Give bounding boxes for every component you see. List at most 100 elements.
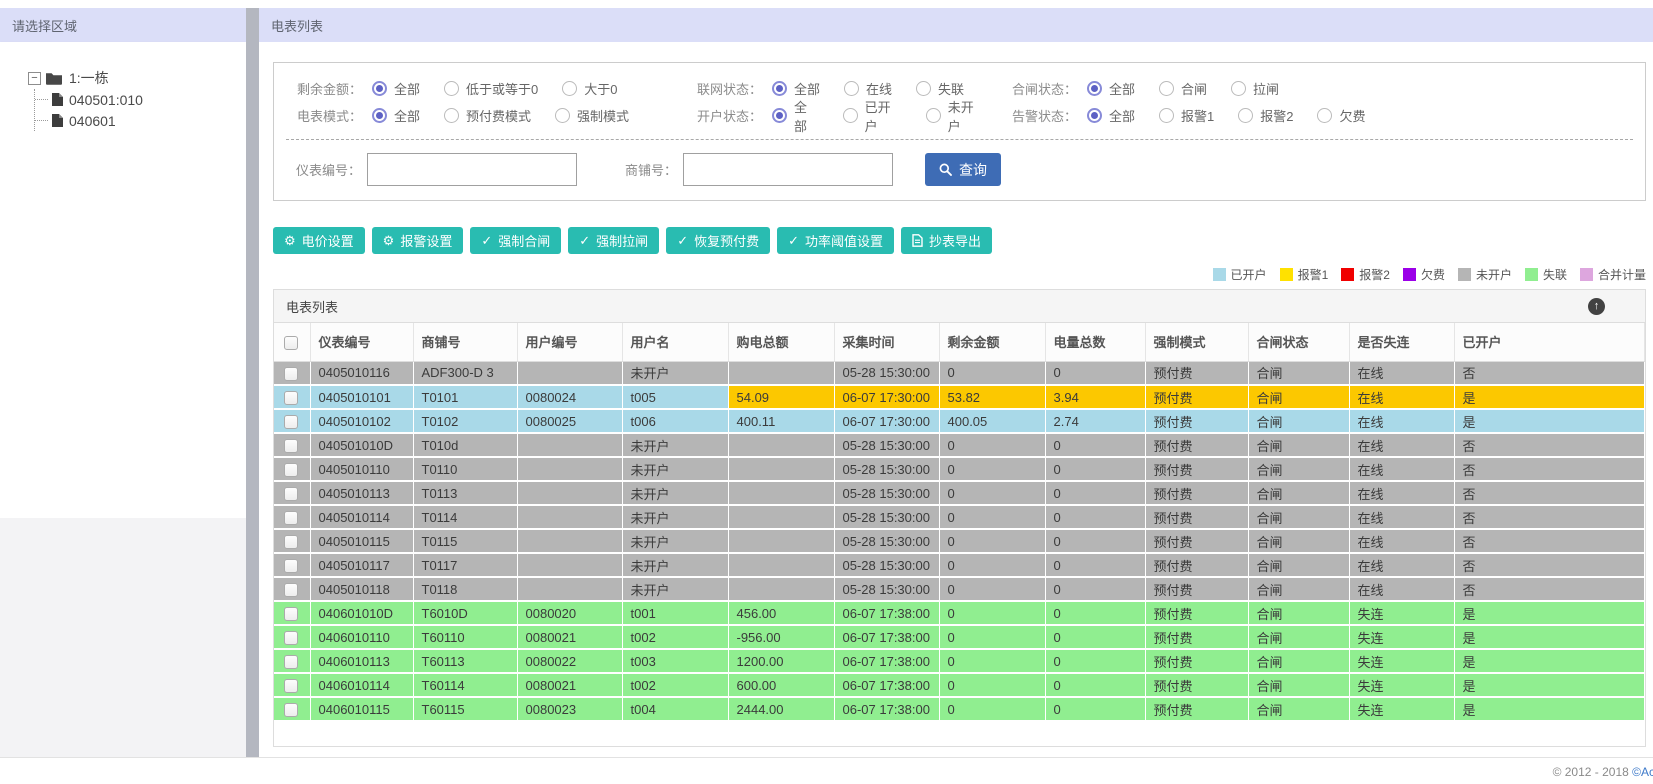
table-row[interactable]: 0405010102 T0102 0080025 t006 400.11 06-07 17… [274,409,1645,434]
radio-option[interactable]: 大于0 [562,79,617,98]
table-cell: 合闸 [1248,457,1350,482]
row-checkbox[interactable] [284,414,299,429]
radio-icon[interactable] [1231,81,1247,96]
radio-icon[interactable] [555,108,571,123]
table-row[interactable]: 040601010D T6010D 0080020 t001 456.00 06-07 1… [274,601,1645,626]
radio-option[interactable]: 已开户 [842,97,902,135]
legend-item: 报警1 [1279,266,1329,283]
radio-selected-icon[interactable] [372,81,387,96]
radio-option[interactable]: 欠费 [1317,106,1366,125]
meter-no-input[interactable] [367,153,578,186]
radio-option[interactable]: 全部 [772,79,820,98]
brand-link[interactable]: ©Acr [1632,765,1653,779]
row-checkbox[interactable] [284,702,299,717]
select-all-checkbox[interactable] [284,335,299,350]
table-row[interactable]: 0405010113 T0113 未开户 05-28 15:30:00 0 0 预付费 合闸在… [274,481,1645,506]
table-cell: 未开户 [622,553,729,578]
radio-selected-icon[interactable] [772,108,787,123]
row-checkbox[interactable] [284,654,299,669]
radio-option[interactable]: 强制模式 [555,106,629,125]
row-checkbox[interactable] [284,534,299,549]
table-row[interactable]: 0405010117 T0117 未开户 05-28 15:30:00 0 0 预付费 合闸在… [274,553,1645,578]
radio-icon[interactable] [844,81,860,96]
shop-no-input[interactable] [683,153,894,186]
radio-icon[interactable] [1159,81,1175,96]
row-checkbox[interactable] [284,486,299,501]
table-cell: 否 [1454,505,1645,530]
row-checkbox[interactable] [284,438,299,453]
tree-node-root[interactable]: − 1:一栋 [28,68,246,88]
tree-node-leaf[interactable]: 040601 [35,110,246,131]
toolbar-button-1[interactable]: ⚙ 报警设置 [371,227,464,254]
radio-option[interactable]: 全部 [772,97,819,135]
radio-selected-icon[interactable] [372,108,387,123]
toolbar-button-6[interactable]: 抄表导出 [901,227,993,254]
search-button[interactable]: 查询 [925,153,1002,186]
table-row[interactable]: 0406010114 T60114 0080021 t002 600.00 06-07 1… [274,673,1645,698]
row-checkbox[interactable] [284,366,299,381]
radio-option[interactable]: 低于或等于0 [444,79,538,98]
table-row[interactable]: 0405010118 T0118 未开户 05-28 15:30:00 0 0 预付费 合闸在… [274,577,1645,602]
radio-icon[interactable] [916,81,932,96]
table-cell: 预付费 [1145,481,1249,506]
radio-option[interactable]: 在线 [844,79,892,98]
tree-node-label[interactable]: 1:一栋 [67,68,109,88]
tree-node-label[interactable]: 040501:010 [67,92,143,108]
table-cell: 0406010115 [310,697,414,722]
row-checkbox[interactable] [284,678,299,693]
row-checkbox[interactable] [284,390,299,405]
table-row[interactable]: 0405010116 ADF300-D 3 未开户 05-28 15:30:00 0 0 预… [274,361,1645,386]
table-cell: 未开户 [622,361,729,386]
radio-option[interactable]: 拉闸 [1231,79,1279,98]
table-row[interactable]: 0406010115 T60115 0080023 t004 2444.00 06-07 … [274,697,1645,722]
tree-node-label[interactable]: 040601 [67,113,116,129]
radio-icon[interactable] [1317,108,1333,123]
radio-option[interactable]: 预付费模式 [444,106,531,125]
table-row[interactable]: 0406010110 T60110 0080021 t002 -956.00 06-07 … [274,625,1645,650]
row-checkbox[interactable] [284,606,299,621]
toolbar-button-0[interactable]: ⚙ 电价设置 [273,227,365,254]
radio-icon[interactable] [1159,108,1175,123]
collapse-up-icon[interactable]: ↑ [1588,297,1605,315]
legend-label: 报警1 [1297,268,1329,282]
radio-icon[interactable] [444,108,460,123]
radio-selected-icon[interactable] [1087,108,1102,123]
radio-selected-icon[interactable] [772,81,787,96]
radio-option[interactable]: 报警1 [1159,106,1214,125]
row-checkbox[interactable] [284,510,299,525]
toolbar-button-2[interactable]: ✓ 强制合闸 [470,227,562,254]
radio-icon[interactable] [1238,108,1254,123]
radio-icon[interactable] [842,108,858,123]
toolbar-button-4[interactable]: ✓ 恢复预付费 [666,227,771,254]
radio-icon[interactable] [562,81,578,96]
table-cell: 合闸 [1248,505,1350,530]
radio-option[interactable]: 全部 [1087,79,1135,98]
collapse-expander-icon[interactable]: − [28,71,41,85]
radio-selected-icon[interactable] [1087,81,1102,96]
table-cell: t004 [622,697,729,722]
radio-icon[interactable] [444,81,460,96]
radio-option[interactable]: 全部 [372,79,420,98]
radio-option[interactable]: 全部 [1087,106,1135,125]
radio-option[interactable]: 未开户 [925,97,985,135]
radio-icon[interactable] [925,108,941,123]
table-row[interactable]: 0406010113 T60113 0080022 t003 1200.00 06-07 … [274,649,1645,674]
table-row[interactable]: 0405010101 T0101 0080024 t005 54.09 06-07 17:… [274,385,1645,410]
row-checkbox[interactable] [284,462,299,477]
radio-option[interactable]: 全部 [372,106,420,125]
table-row[interactable]: 0405010115 T0115 未开户 05-28 15:30:00 0 0 预付费 合闸在… [274,529,1645,554]
table-row[interactable]: 0405010114 T0114 未开户 05-28 15:30:00 0 0 预付费 合闸在… [274,505,1645,530]
table-row[interactable]: 040501010D T010d 未开户 05-28 15:30:00 0 0 预付费 合闸在… [274,433,1645,458]
radio-option[interactable]: 报警2 [1238,106,1293,125]
radio-option[interactable]: 失联 [916,79,964,98]
tree-node-leaf[interactable]: 040501:010 [35,89,246,110]
toolbar-button-3[interactable]: ✓ 强制拉闸 [568,227,660,254]
row-checkbox[interactable] [284,630,299,645]
table-cell: 否 [1454,529,1645,554]
radio-option[interactable]: 合闸 [1159,79,1207,98]
toolbar-button-5[interactable]: ✓ 功率阈值设置 [777,227,895,254]
row-checkbox[interactable] [284,558,299,573]
table-row[interactable]: 0405010110 T0110 未开户 05-28 15:30:00 0 0 预付费 合闸在… [274,457,1645,482]
table-scroll-area[interactable]: 仪表编号 商铺号 用户编号 用户名 购电总额 采集时间 剩余金额 电量总数 强制模式 合闸状态 是否… [274,323,1645,746]
row-checkbox[interactable] [284,582,299,597]
